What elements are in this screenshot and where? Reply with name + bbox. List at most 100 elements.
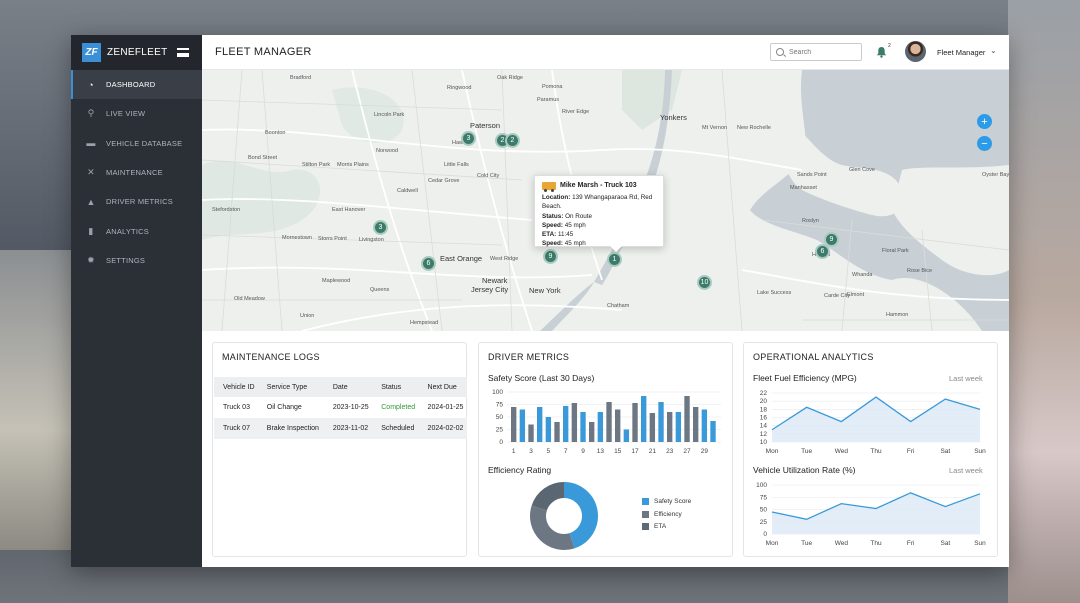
bar — [519, 409, 526, 442]
bell-icon[interactable] — [876, 46, 887, 58]
vehicle-cluster-marker[interactable]: 2 — [505, 133, 520, 148]
route-icon: ⚲ — [87, 108, 95, 119]
x-tick-label: Mon — [766, 448, 779, 455]
column-header[interactable]: Next Due — [418, 377, 467, 397]
maintenance-panel: MAINTENANCE LOGS Vehicle ID Service Type D… — [212, 342, 467, 557]
map-label: Rose Bice — [907, 268, 933, 274]
search-box[interactable] — [770, 43, 862, 61]
bar — [545, 417, 552, 442]
vehicle-cluster-marker[interactable]: 6 — [815, 244, 830, 259]
chevron-down-icon[interactable]: ⌄ — [990, 46, 997, 55]
user-name[interactable]: Fleet Manager — [937, 48, 985, 57]
map-label: Floral Park — [882, 248, 909, 254]
sidebar-item-label: VEHICLE DATABASE — [106, 138, 183, 148]
sidebar-item-label: SETTINGS — [106, 255, 146, 265]
sidebar-item-analytics[interactable]: ▮ ANALYTICS — [71, 216, 202, 245]
bar — [710, 421, 716, 442]
truck-icon: ▬ — [86, 138, 96, 149]
map-label: Hempstead — [410, 320, 439, 326]
map-label: Elmont — [847, 292, 865, 298]
utilization-period[interactable]: Last week — [949, 466, 983, 475]
map-label: Glen Cove — [849, 167, 875, 173]
vehicle-cluster-marker[interactable]: 3 — [373, 220, 388, 235]
table-row[interactable]: Truck 03 Oil Change 2023-10-25 Completed 202… — [214, 397, 467, 418]
search-input[interactable] — [789, 48, 855, 56]
gear-icon: ✹ — [87, 254, 95, 265]
sidebar: ZF ZENEFLEET ◔ DASHBOARD ⚲ LIVE VIEW ▬ VEHICL… — [71, 35, 202, 567]
sidebar-item-label: DRIVER METRICS — [106, 197, 173, 207]
map-label: Cedar Grove — [428, 178, 460, 184]
x-tick-label: 13 — [597, 448, 605, 455]
y-tick-label: 14 — [760, 423, 768, 430]
vehicle-cluster-marker[interactable]: 6 — [421, 256, 436, 271]
bar — [693, 407, 699, 442]
column-header[interactable]: Date — [323, 377, 373, 397]
x-tick-label: Sun — [974, 448, 986, 455]
y-tick-label: 22 — [760, 390, 768, 397]
bar — [667, 412, 673, 442]
map-label: Mornestown — [282, 235, 312, 241]
legend-swatch — [642, 523, 649, 530]
zoom-out-button[interactable]: − — [977, 136, 992, 151]
fleet-map[interactable]: Bradford Oak Ridge Ringwood Pomona Paramus Ri… — [202, 70, 1009, 331]
table-cell: Completed — [381, 404, 416, 411]
map-label: Whanda — [852, 272, 873, 278]
popup-title: Mike Marsh - Truck 103 — [542, 181, 656, 192]
sidebar-item-vehicle-database[interactable]: ▬ VEHICLE DATABASE — [71, 129, 202, 158]
x-tick-label: Sun — [974, 540, 986, 547]
x-tick-label: 3 — [529, 448, 533, 455]
bar — [511, 407, 517, 442]
bar — [580, 412, 586, 442]
sidebar-item-settings[interactable]: ✹ SETTINGS — [71, 246, 202, 275]
y-tick-label: 20 — [760, 398, 768, 405]
zoom-in-button[interactable]: + — [977, 114, 992, 129]
x-tick-label: Thu — [870, 448, 882, 455]
vehicle-cluster-marker[interactable]: 9 — [543, 249, 558, 264]
fuel-period[interactable]: Last week — [949, 374, 983, 383]
map-label: Sands Point — [797, 172, 827, 178]
bar-chart-icon: ▮ — [88, 225, 94, 236]
sidebar-item-maintenance[interactable]: ✕ MAINTENANCE — [71, 158, 202, 187]
vehicle-cluster-marker[interactable]: 3 — [461, 131, 476, 146]
sidebar-item-driver-metrics[interactable]: ▲ DRIVER METRICS — [71, 187, 202, 216]
legend-label: ETA — [654, 523, 667, 530]
column-header[interactable]: Service Type — [257, 377, 324, 397]
x-tick-label: 7 — [564, 448, 568, 455]
table-cell: Truck 07 — [214, 418, 258, 439]
vehicle-cluster-marker[interactable]: 1 — [607, 252, 622, 267]
map-label: Mt Vernon — [702, 125, 728, 131]
map-label: Morris Plains — [337, 162, 369, 168]
vehicle-cluster-marker[interactable]: 10 — [697, 275, 712, 290]
map-label: New Rochelle — [737, 125, 771, 131]
table-cell: Oil Change — [266, 404, 302, 411]
y-tick-label: 75 — [496, 402, 504, 409]
y-tick-label: 16 — [760, 415, 768, 422]
map-label: Jersey City — [471, 285, 509, 294]
sidebar-item-live-view[interactable]: ⚲ LIVE VIEW — [71, 99, 202, 128]
x-tick-label: 27 — [683, 448, 691, 455]
map-label: Norwood — [376, 148, 399, 154]
bar — [597, 412, 604, 442]
map-label: Ringwood — [447, 85, 472, 91]
table-cell: Brake Inspection — [257, 418, 324, 439]
map-label: Manhasset — [790, 185, 817, 191]
bar — [701, 409, 708, 442]
column-header[interactable]: Status — [372, 377, 419, 397]
utilization-chart: 0 25 50 75 100 Mon Tue Wed Thu Fri Sat Sun — [756, 482, 986, 547]
column-header[interactable]: Vehicle ID — [214, 377, 258, 397]
table-row[interactable]: Truck 07 Brake Inspection 2023-11-02 Schedu… — [214, 418, 467, 439]
avatar[interactable] — [905, 41, 926, 62]
y-tick-label: 100 — [756, 482, 767, 489]
donut-slice — [563, 482, 598, 549]
map-label: Union — [300, 313, 315, 319]
bar — [554, 422, 560, 442]
table-cell: 2023-10-25 — [332, 404, 369, 411]
sidebar-item-dashboard[interactable]: ◔ DASHBOARD — [71, 70, 202, 100]
x-tick-label: Thu — [870, 540, 882, 547]
map-label: Paramus — [537, 97, 560, 103]
bar — [684, 396, 690, 442]
map-label: Hammon — [886, 312, 909, 318]
y-tick-label: 0 — [763, 531, 767, 538]
table-cell: 2024-01-25 — [427, 404, 464, 411]
hamburger-menu-icon[interactable] — [177, 48, 189, 57]
